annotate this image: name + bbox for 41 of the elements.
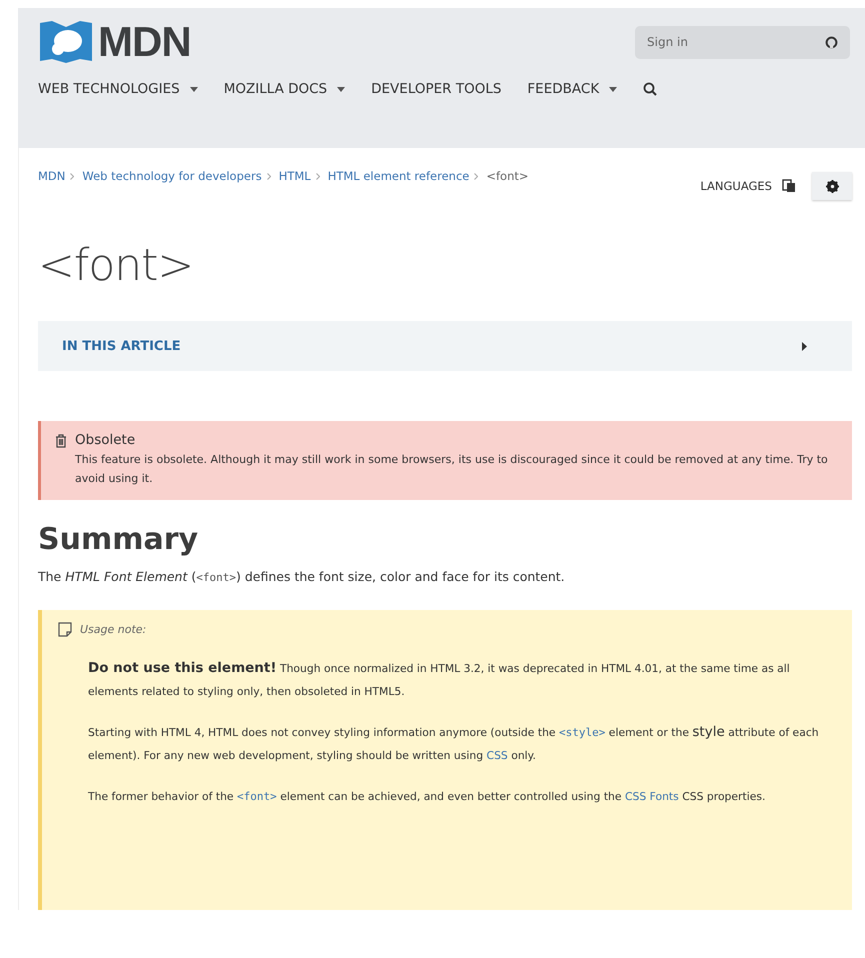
note-paragraph: Do not use this element! Though once normalized in HTML 3.2, it was deprecated in HTML 4.01, at the same time as all elements related to styling only, then obsoleted in HTML5. bbox=[88, 659, 791, 700]
caret-icon bbox=[802, 342, 808, 350]
caret-icon bbox=[190, 86, 198, 92]
github-icon bbox=[825, 36, 838, 48]
breadcrumb-link[interactable]: Web technology for developers bbox=[82, 169, 262, 183]
caret-icon bbox=[337, 86, 346, 92]
inline-link[interactable]: CSS Fonts bbox=[624, 790, 679, 803]
table-of-contents-toggle[interactable]: IN THIS ARTICLE bbox=[38, 321, 852, 371]
chevron-icon bbox=[316, 173, 320, 180]
translate-icon bbox=[782, 179, 796, 193]
breadcrumb-link[interactable]: MDN bbox=[38, 169, 66, 183]
section-heading: Summary bbox=[38, 522, 200, 557]
summary-paragraph: The HTML Font Element (<font>) defines the font size, color and face for its content. bbox=[38, 569, 566, 584]
gear-icon bbox=[826, 180, 838, 192]
breadcrumb-link[interactable]: HTML bbox=[278, 169, 311, 183]
logo-icon bbox=[38, 19, 94, 65]
chevron-icon bbox=[474, 173, 478, 180]
settings-button[interactable] bbox=[812, 172, 852, 200]
notice-title: Obsolete bbox=[75, 432, 136, 448]
nav-menu-item[interactable]: DEVELOPER TOOLS bbox=[371, 81, 502, 97]
sign-in-field[interactable]: Sign in bbox=[635, 26, 850, 58]
notice-text: This feature is obsolete. Although it may still work in some browsers, its use is discouraged since it could be removed at any time. Try to avoid using it. bbox=[75, 452, 829, 487]
logo-text: MDN bbox=[98, 18, 191, 66]
trash-icon bbox=[55, 434, 67, 448]
search-button[interactable] bbox=[643, 82, 658, 96]
breadcrumb-current: <font> bbox=[486, 169, 529, 183]
note-icon bbox=[58, 622, 72, 637]
search-icon bbox=[643, 82, 658, 96]
page-title: <font> bbox=[38, 240, 194, 291]
note-paragraph: The former behavior of the <font> element can be achieved, and even better controlled using the CSS Fonts CSS properties. bbox=[88, 789, 766, 805]
chevron-icon bbox=[70, 173, 74, 180]
chevron-icon bbox=[266, 173, 271, 180]
nav-menu-item[interactable]: FEEDBACK bbox=[527, 81, 618, 97]
caret-icon bbox=[609, 86, 618, 92]
note-label: Usage note: bbox=[80, 623, 146, 636]
nav-menu-item[interactable]: MOZILLA DOCS bbox=[224, 81, 346, 97]
note-paragraph: Starting with HTML 4, HTML does not convey styling information anymore (outside the <style> element or the style attribute of each element). For any new web development, styling should be written using CSS only. bbox=[88, 723, 820, 764]
nav-menu-item[interactable]: WEB TECHNOLOGIES bbox=[38, 81, 198, 97]
inline-link[interactable]: CSS bbox=[486, 749, 508, 762]
breadcrumb-link[interactable]: HTML element reference bbox=[328, 169, 470, 183]
languages-link[interactable]: LANGUAGES bbox=[700, 179, 772, 193]
